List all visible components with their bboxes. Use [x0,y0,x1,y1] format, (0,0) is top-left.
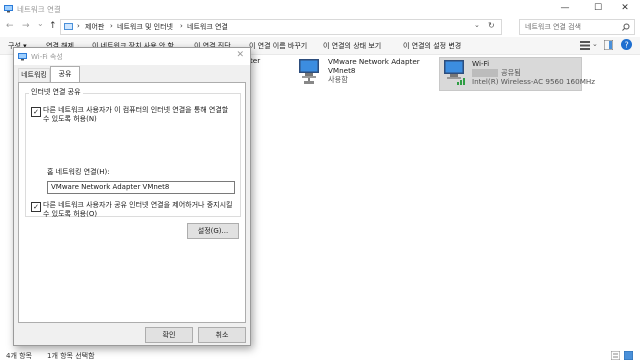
search-icon [622,23,630,31]
wifi-adapter-icon [444,60,465,85]
cancel-button[interactable]: 취소 [198,327,246,343]
home-network-value: VMware Network Adapter VMnet8 [51,183,170,191]
svg-text:?: ? [625,41,629,50]
dialog-close-button[interactable]: ✕ [236,50,244,60]
details-view-icon[interactable] [611,351,620,360]
minimize-button[interactable]: — [550,0,580,17]
network-adapter-icon [299,59,319,84]
wifi-properties-dialog: Wi-Fi 속성 ✕ 네트워킹 공유 인터넷 연결 공유 ✓ 다른 네트워크 사… [13,47,251,346]
breadcrumb-separator: › [180,22,183,30]
wifi-icon [18,53,27,61]
home-network-label: 홈 네트워킹 연결(H): [47,168,110,176]
redacted-ssid [472,69,498,77]
sharing-panel: 인터넷 연결 공유 ✓ 다른 네트워크 사용자가 이 컴퓨터의 인터넷 연결을 … [18,82,246,323]
breadcrumb-control-panel[interactable]: 제어판 [85,22,104,32]
view-status-button[interactable]: 이 연결의 상태 보기 [323,41,381,51]
large-icons-view-icon[interactable] [624,351,633,360]
help-icon[interactable]: ? [621,39,632,50]
dialog-title: Wi-Fi 속성 [31,53,63,61]
search-input[interactable]: 네트워크 연결 검색 [519,19,635,35]
control-panel-icon [64,23,73,30]
address-dropdown-icon[interactable]: ⌄ [474,21,480,29]
ics-group-label: 인터넷 연결 공유 [29,87,83,97]
settings-button[interactable]: 설정(G)... [187,223,239,239]
breadcrumb-network-connections[interactable]: 네트워크 연결 [187,22,228,32]
ok-button[interactable]: 확인 [145,327,193,343]
forward-button[interactable]: → [22,21,30,31]
adapter-item-vmnet8[interactable]: VMware Network Adapter VMnet8 사용함 [298,57,420,92]
refresh-icon[interactable]: ↻ [488,21,495,30]
allow-control-label: 다른 네트워크 사용자가 공유 인터넷 연결을 제어하거나 중지시킬 수 있도록… [43,201,233,218]
breadcrumb-separator: › [110,22,113,30]
change-settings-button[interactable]: 이 연결의 설정 변경 [403,41,461,51]
home-network-select[interactable]: VMware Network Adapter VMnet8 [47,181,235,194]
adapter-item-wifi[interactable]: Wi-Fi 공유됨 Intel(R) Wireless-AC 9560 160M… [439,57,595,91]
selected-count: 1개 항목 선택함 [47,352,95,360]
status-bar: 4개 항목 1개 항목 선택함 [0,348,640,363]
view-options-dropdown-icon[interactable]: ⌄ [592,40,598,48]
window-title-bar: 네트워크 연결 — ☐ ✕ [0,0,640,17]
up-button[interactable]: ↑ [49,21,57,31]
allow-sharing-label: 다른 네트워크 사용자가 이 컴퓨터의 인터넷 연결을 통해 연결할 수 있도록… [43,106,229,123]
dialog-title-bar: Wi-Fi 속성 ✕ [14,48,250,65]
adapter-device: Intel(R) Wireless-AC 9560 160MHz [472,77,596,86]
allow-control-checkbox[interactable]: ✓ [31,202,41,212]
rename-button[interactable]: 이 연결 이름 바꾸기 [249,41,307,51]
recent-locations-button[interactable]: ⌄ [37,19,44,28]
breadcrumb-separator: › [77,22,80,30]
breadcrumb-network-internet[interactable]: 네트워크 및 인터넷 [117,22,173,32]
item-count: 4개 항목 [6,352,32,360]
address-bar[interactable]: › 제어판 › 네트워크 및 인터넷 › 네트워크 연결 ⌄ ↻ [60,19,502,35]
tab-networking[interactable]: 네트워킹 [18,68,50,82]
adapter-status: 사용함 [328,75,348,84]
adapter-name: Wi-Fi [472,59,490,68]
search-placeholder: 네트워크 연결 검색 [525,23,581,31]
network-folder-icon [4,5,13,13]
allow-sharing-checkbox[interactable]: ✓ [31,107,41,117]
back-button[interactable]: ← [6,21,14,31]
window-title: 네트워크 연결 [17,5,61,14]
close-button[interactable]: ✕ [610,0,640,17]
navigation-bar: ← → ⌄ ↑ › 제어판 › 네트워크 및 인터넷 › 네트워크 연결 ⌄ ↻… [0,17,640,36]
change-view-icon[interactable] [580,41,590,50]
preview-pane-icon[interactable] [604,40,613,50]
maximize-button[interactable]: ☐ [583,0,613,17]
tab-sharing[interactable]: 공유 [50,66,80,83]
